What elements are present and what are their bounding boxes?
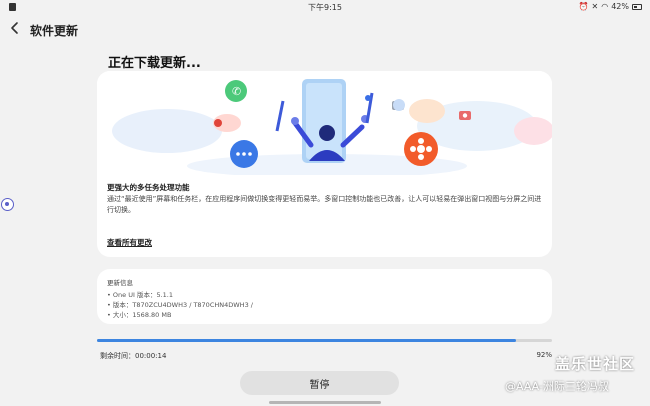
remaining-time: 剩余时间：00:00:14 [100, 352, 167, 360]
watermark-author: @AAA-洲际三轮冯叔 [505, 380, 609, 393]
home-indicator[interactable] [269, 401, 381, 404]
update-info-list: One UI 版本：5.1.1 版本：T870ZCU4DWH3 / T870CH… [107, 290, 253, 320]
mute-icon: ✕ [591, 2, 599, 11]
status-bar: 下午9:15 ⏰ ✕ ◠ 42% [0, 0, 650, 14]
info-item-version: One UI 版本：5.1.1 [107, 290, 253, 300]
app-header: 软件更新 [0, 17, 650, 41]
floating-assistant-icon[interactable] [1, 198, 14, 211]
feature-description: 通过“最近使用”屏幕和任务栏，在应用程序间做切换变得更轻而易举。多窗口控制功能也… [107, 195, 542, 214]
alarm-icon: ⏰ [578, 2, 589, 11]
info-item-build: 版本：T870ZCU4DWH3 / T870CHN4DWH3 / [107, 300, 253, 310]
wifi-icon: ◠ [601, 2, 609, 11]
whats-new-card: ✆ 更强大的多任务处理功能 通过“最近使用”屏幕和任务栏，在应用程序间做切换变得… [97, 71, 552, 257]
view-all-changes-link[interactable]: 查看所有更改 [107, 237, 152, 248]
watermark-community: 盖乐世社区 [555, 355, 636, 373]
update-info-card: 更新信息 One UI 版本：5.1.1 版本：T870ZCU4DWH3 / T… [97, 269, 552, 324]
download-status-title: 正在下载更新... [108, 56, 201, 71]
page-title: 软件更新 [30, 24, 79, 38]
download-progress-bar [97, 339, 552, 342]
battery-icon [632, 3, 642, 10]
battery-percent: 42% [611, 2, 629, 11]
update-info-title: 更新信息 [107, 279, 133, 287]
status-icons: ⏰ ✕ ◠ 42% [579, 2, 642, 11]
back-button[interactable] [8, 21, 24, 37]
status-time: 下午9:15 [308, 3, 342, 12]
chevron-left-icon [11, 22, 18, 34]
info-item-size: 大小：1568.80 MB [107, 310, 253, 320]
svg-text:✆: ✆ [232, 85, 241, 98]
feature-illustration: ✆ [97, 71, 552, 175]
progress-percent: 92% [536, 351, 552, 359]
download-progress-fill [97, 339, 516, 342]
pause-button[interactable]: 暂停 [240, 371, 399, 395]
feature-title: 更强大的多任务处理功能 [107, 183, 190, 192]
